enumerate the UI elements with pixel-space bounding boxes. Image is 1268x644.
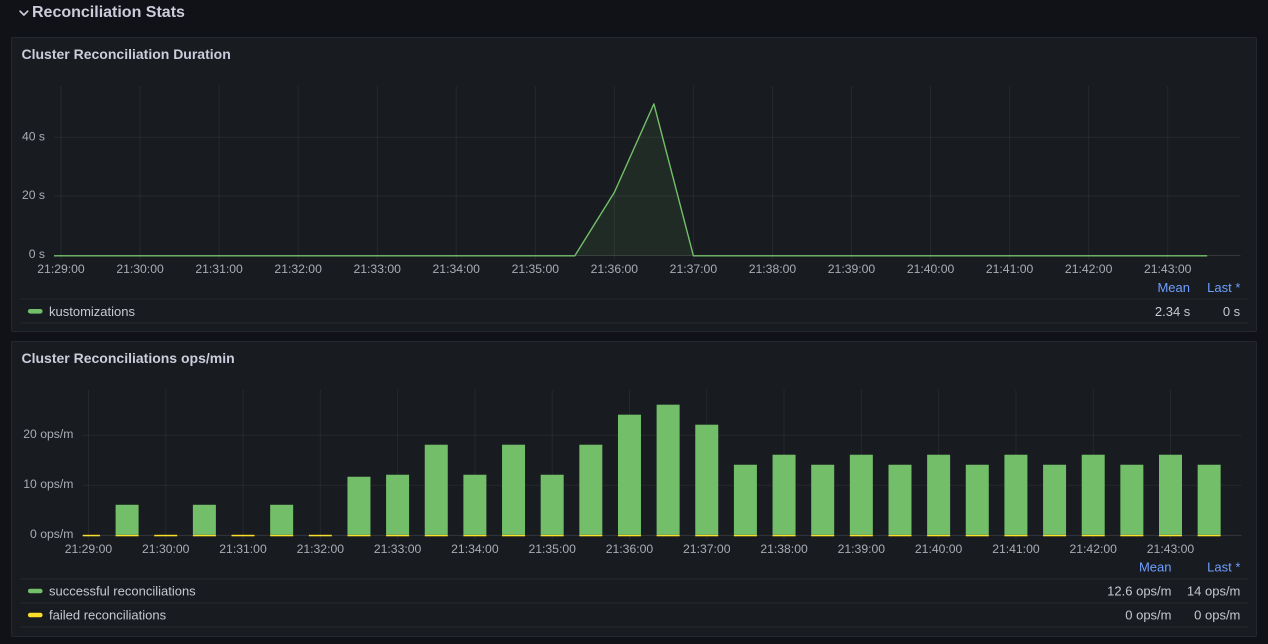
svg-text:0 ops/m: 0 ops/m: [1125, 608, 1171, 623]
svg-text:12.6 ops/m: 12.6 ops/m: [1107, 584, 1171, 599]
svg-text:14 ops/m: 14 ops/m: [1187, 584, 1240, 599]
svg-text:21:34:00: 21:34:00: [433, 262, 481, 276]
svg-text:21:30:00: 21:30:00: [116, 262, 164, 276]
svg-text:kustomizations: kustomizations: [49, 304, 135, 319]
svg-text:21:37:00: 21:37:00: [670, 262, 718, 276]
svg-text:Mean: Mean: [1139, 560, 1172, 575]
svg-text:10 ops/m: 10 ops/m: [23, 477, 73, 491]
svg-text:21:29:00: 21:29:00: [65, 542, 113, 556]
svg-text:Last *: Last *: [1207, 280, 1240, 295]
svg-text:20 ops/m: 20 ops/m: [23, 427, 73, 441]
svg-text:21:31:00: 21:31:00: [195, 262, 243, 276]
svg-text:21:39:00: 21:39:00: [838, 542, 886, 556]
svg-text:21:40:00: 21:40:00: [907, 262, 955, 276]
svg-text:21:36:00: 21:36:00: [606, 542, 654, 556]
svg-text:21:41:00: 21:41:00: [986, 262, 1034, 276]
svg-text:21:37:00: 21:37:00: [683, 542, 731, 556]
svg-text:21:32:00: 21:32:00: [274, 262, 322, 276]
svg-text:21:35:00: 21:35:00: [528, 542, 576, 556]
svg-text:21:35:00: 21:35:00: [512, 262, 560, 276]
svg-text:21:43:00: 21:43:00: [1147, 542, 1195, 556]
svg-text:21:41:00: 21:41:00: [992, 542, 1040, 556]
svg-text:21:43:00: 21:43:00: [1144, 262, 1192, 276]
svg-text:21:33:00: 21:33:00: [374, 542, 422, 556]
svg-text:21:39:00: 21:39:00: [828, 262, 876, 276]
svg-text:21:32:00: 21:32:00: [297, 542, 345, 556]
svg-text:21:42:00: 21:42:00: [1069, 542, 1117, 556]
svg-text:2.34 s: 2.34 s: [1155, 304, 1191, 319]
svg-text:Mean: Mean: [1157, 280, 1190, 295]
svg-text:21:42:00: 21:42:00: [1065, 262, 1113, 276]
svg-text:21:38:00: 21:38:00: [760, 542, 808, 556]
svg-text:0 ops/m: 0 ops/m: [1194, 608, 1240, 623]
svg-text:21:36:00: 21:36:00: [591, 262, 639, 276]
svg-text:0 ops/m: 0 ops/m: [30, 527, 73, 541]
svg-text:21:31:00: 21:31:00: [219, 542, 267, 556]
svg-text:21:30:00: 21:30:00: [142, 542, 190, 556]
svg-text:0 s: 0 s: [1223, 304, 1241, 319]
svg-text:21:40:00: 21:40:00: [915, 542, 963, 556]
svg-text:40 s: 40 s: [22, 129, 45, 143]
svg-text:Last *: Last *: [1207, 560, 1240, 575]
svg-text:21:33:00: 21:33:00: [353, 262, 401, 276]
svg-text:0 s: 0 s: [29, 247, 45, 261]
svg-text:21:29:00: 21:29:00: [37, 262, 85, 276]
svg-text:21:34:00: 21:34:00: [451, 542, 499, 556]
svg-text:20 s: 20 s: [22, 188, 45, 202]
svg-text:failed reconciliations: failed reconciliations: [49, 608, 167, 623]
svg-text:21:38:00: 21:38:00: [749, 262, 797, 276]
svg-text:successful reconciliations: successful reconciliations: [49, 584, 196, 599]
